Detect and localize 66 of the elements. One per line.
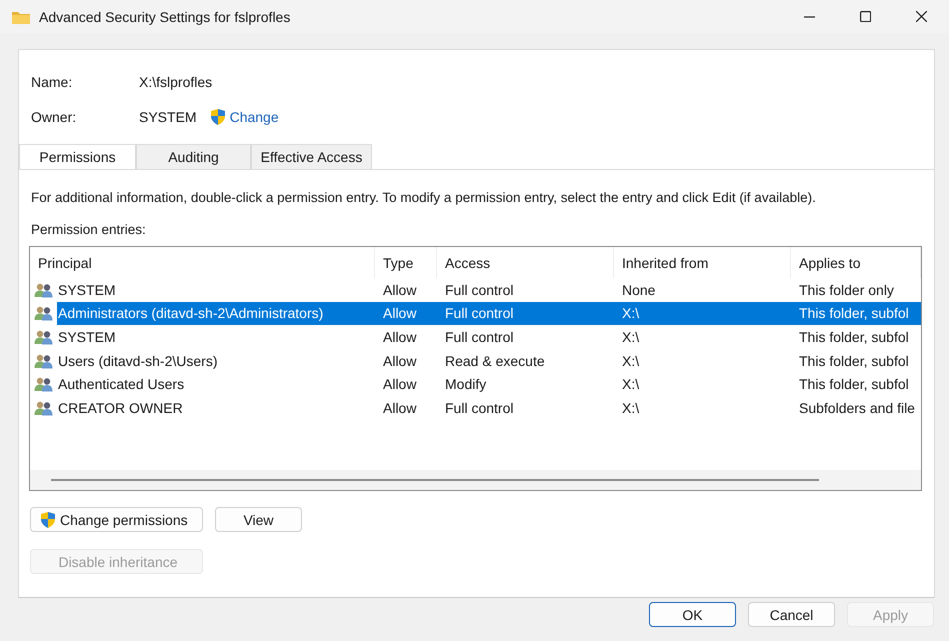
owner-value: SYSTEM [139, 108, 197, 124]
column-header[interactable]: Inherited from [614, 247, 791, 278]
table-cell-text: CREATOR OWNER [57, 398, 184, 418]
maximize-icon [860, 11, 870, 22]
table-cell: Subfolders and file [799, 400, 915, 416]
users-icon [34, 352, 53, 369]
table-cell: X:\ [622, 376, 640, 392]
table-row[interactable]: SYSTEM Allow Full control None This folder only [30, 278, 921, 302]
users-icon [34, 282, 53, 298]
table-cell: X:\ [622, 305, 640, 322]
shield-icon [40, 510, 56, 528]
table-cell: Allow [383, 328, 416, 345]
table-cell-text: SYSTEM [57, 280, 117, 300]
entries-label: Permission entries: [31, 222, 147, 237]
table-cell: None [622, 282, 656, 298]
users-icon [34, 328, 53, 345]
shield-icon [210, 108, 226, 126]
column-header[interactable]: Access [437, 247, 614, 278]
table-cell-text: Administrators (ditavd-sh-2\Administrators) [57, 304, 324, 324]
table-cell: Full control [445, 328, 514, 345]
table-cell: Allow [383, 352, 416, 369]
table-row[interactable]: Users (ditavd-sh-2\Users) Allow Read & execute X:\ This folder, subfol [30, 348, 921, 372]
table-cell: X:\ [622, 352, 640, 369]
column-header[interactable]: Type [375, 247, 437, 278]
change-owner-link[interactable]: Change [230, 108, 279, 124]
table-cell: X:\ [622, 328, 640, 345]
tab[interactable]: Permissions [19, 144, 136, 169]
table-cell-text: Users (ditavd-sh-2\Users) [57, 352, 218, 371]
table-cell: Full control [445, 400, 514, 416]
table-cell: X:\ [622, 400, 640, 416]
tab[interactable]: Effective Access [251, 144, 372, 169]
users-icon [34, 400, 53, 416]
action-button[interactable]: View [215, 507, 302, 532]
table-cell: This folder, subfol [799, 352, 909, 369]
table-row[interactable]: CREATOR OWNER Allow Full control X:\ Subfolders and file [30, 396, 921, 420]
table-cell: Full control [445, 282, 514, 298]
table-row[interactable]: Authenticated Users Allow Modify X:\ This folder, subfol [30, 372, 921, 396]
table-cell: Modify [445, 376, 486, 392]
users-icon [34, 376, 53, 392]
table-cell: This folder only [799, 282, 894, 298]
table-cell: Allow [383, 400, 416, 416]
name-label: Name: [31, 74, 74, 90]
dialog-button[interactable]: Cancel [748, 602, 835, 627]
table-cell: This folder, subfol [799, 328, 909, 345]
scrollbar-thumb[interactable] [51, 479, 819, 481]
table-cell-text: Authenticated Users [57, 375, 186, 394]
table-cell: Allow [383, 282, 416, 298]
table-cell: Read & execute [445, 352, 545, 369]
table-cell: Full control [445, 305, 514, 322]
table-cell-text: SYSTEM [57, 328, 117, 347]
info-text: For additional information, double-click a permission entry. To modify a permission entry, select the entry and click Edit (if available). [31, 190, 817, 205]
owner-label: Owner: [31, 108, 78, 124]
dialog-button[interactable]: OK [649, 602, 736, 627]
action-button[interactable]: Change permissions [30, 507, 203, 532]
close-icon [916, 11, 926, 22]
table-cell: This folder, subfol [799, 305, 909, 322]
table-cell: Allow [383, 376, 416, 392]
column-header[interactable]: Principal [30, 247, 375, 278]
column-header[interactable]: Applies to [791, 247, 921, 278]
table-cell: This folder, subfol [799, 376, 909, 392]
name-value: X:\fslprofles [139, 74, 212, 90]
tab[interactable]: Auditing [136, 144, 251, 169]
table-row[interactable]: SYSTEM Allow Full control X:\ This folder, subfol [30, 325, 921, 349]
window-title: Advanced Security Settings for fslprofles [39, 8, 292, 24]
users-icon [34, 305, 53, 322]
table-cell: Allow [383, 305, 416, 322]
